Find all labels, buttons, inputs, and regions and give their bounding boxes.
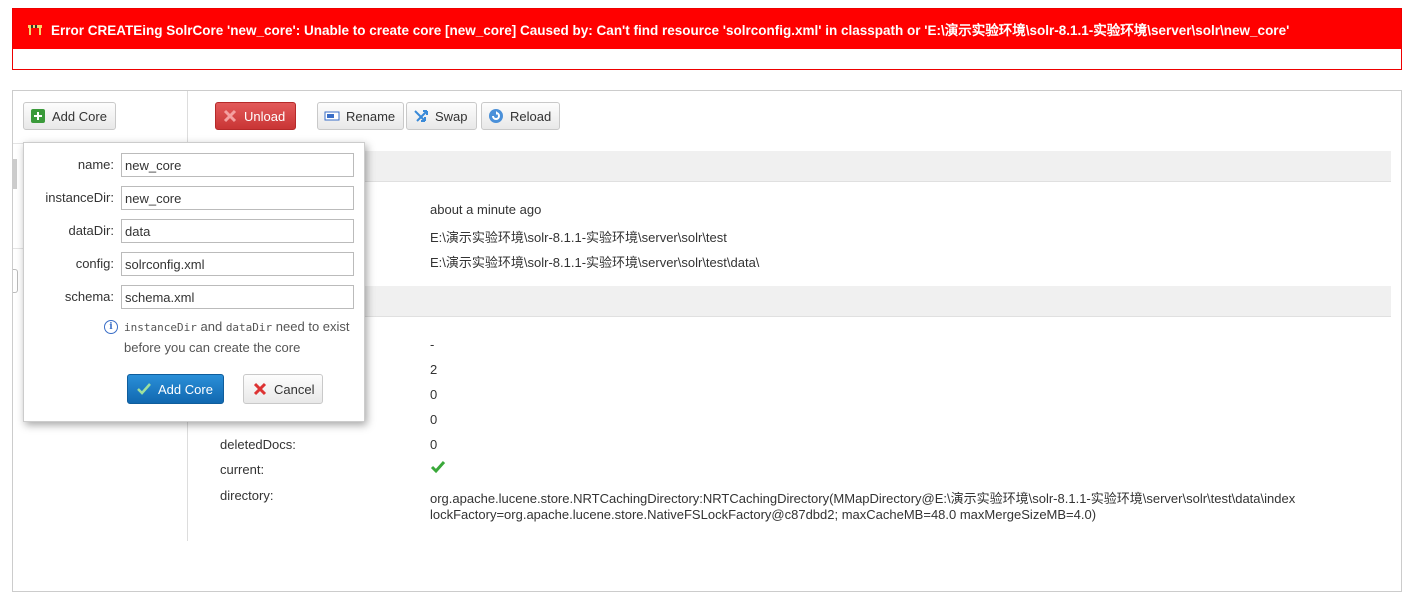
config-label: config: xyxy=(75,256,114,271)
schema-row: schema: xyxy=(24,285,364,309)
check-icon xyxy=(136,381,152,397)
core-list-selected-item[interactable] xyxy=(13,159,17,189)
check-icon xyxy=(430,459,446,478)
core-list-scroll-handle[interactable] xyxy=(13,269,18,293)
add-core-submit-button[interactable]: Add Core xyxy=(127,374,224,404)
config-input[interactable] xyxy=(121,252,354,276)
add-core-button[interactable]: Add Core xyxy=(23,102,116,130)
form-hint: instanceDir and dataDir need to exist be… xyxy=(124,317,364,358)
swap-label: Swap xyxy=(435,108,468,124)
current-label: current: xyxy=(220,462,265,477)
instance-dir-row: instanceDir: xyxy=(24,186,364,210)
close-icon xyxy=(222,108,238,124)
name-row: name: xyxy=(24,153,364,177)
hint-and: and xyxy=(200,319,223,334)
swap-icon xyxy=(413,108,429,124)
error-header: Error CREATEing SolrCore 'new_core': Una… xyxy=(13,9,1401,49)
plus-icon xyxy=(30,108,46,124)
deleted-docs-value: 0 xyxy=(430,437,438,452)
start-time-value: about a minute ago xyxy=(430,202,542,217)
add-core-submit-label: Add Core xyxy=(158,381,213,397)
max-doc-value: 0 xyxy=(430,412,438,427)
unload-button[interactable]: Unload xyxy=(215,102,297,130)
directory-label: directory: xyxy=(220,488,274,503)
error-flag-icon xyxy=(27,23,43,35)
data-dir-input[interactable] xyxy=(121,219,354,243)
instance-dir-input[interactable] xyxy=(121,186,354,210)
deleted-docs-label: deletedDocs: xyxy=(220,437,296,452)
config-row: config: xyxy=(24,252,364,276)
name-input[interactable] xyxy=(121,153,354,177)
instance-path-value: E:\演示实验环境\solr-8.1.1-实验环境\server\solr\te… xyxy=(430,230,727,245)
rename-icon xyxy=(324,108,340,124)
schema-input[interactable] xyxy=(121,285,354,309)
data-dir-row: dataDir: xyxy=(24,219,364,243)
num-docs-value: 0 xyxy=(430,387,438,402)
rename-button[interactable]: Rename xyxy=(317,102,405,130)
rename-label: Rename xyxy=(346,108,396,124)
cancel-label: Cancel xyxy=(274,381,315,397)
info-icon: i xyxy=(104,320,118,334)
name-label: name: xyxy=(77,157,114,172)
reload-button[interactable]: Reload xyxy=(481,102,561,130)
core-section-header xyxy=(189,151,1391,182)
directory-value-line2: lockFactory=org.apache.lucene.store.Nati… xyxy=(430,507,1097,522)
error-message: Error CREATEing SolrCore 'new_core': Una… xyxy=(51,23,1290,38)
version-value: 2 xyxy=(430,362,438,377)
add-core-dialog: name: instanceDir: dataDir: config: sche… xyxy=(23,142,365,422)
reload-label: Reload xyxy=(510,108,552,124)
close-icon xyxy=(252,381,268,397)
cancel-button[interactable]: Cancel xyxy=(243,374,324,404)
instance-dir-label: instanceDir: xyxy=(45,190,114,205)
index-section-header xyxy=(189,286,1391,317)
last-modified-value: - xyxy=(430,337,435,352)
unload-label: Unload xyxy=(244,108,286,124)
data-dir-label: dataDir: xyxy=(68,223,114,238)
error-banner: Error CREATEing SolrCore 'new_core': Una… xyxy=(12,8,1402,70)
hint-code-instance-dir: instanceDir xyxy=(124,321,197,334)
schema-label: schema: xyxy=(64,289,114,304)
add-core-label: Add Core xyxy=(52,108,107,124)
swap-button[interactable]: Swap xyxy=(406,102,477,130)
hint-code-data-dir: dataDir xyxy=(225,321,273,334)
directory-value-line1: org.apache.lucene.store.NRTCachingDirect… xyxy=(430,491,1296,506)
data-path-value: E:\演示实验环境\solr-8.1.1-实验环境\server\solr\te… xyxy=(430,255,760,270)
reload-icon xyxy=(488,108,504,124)
